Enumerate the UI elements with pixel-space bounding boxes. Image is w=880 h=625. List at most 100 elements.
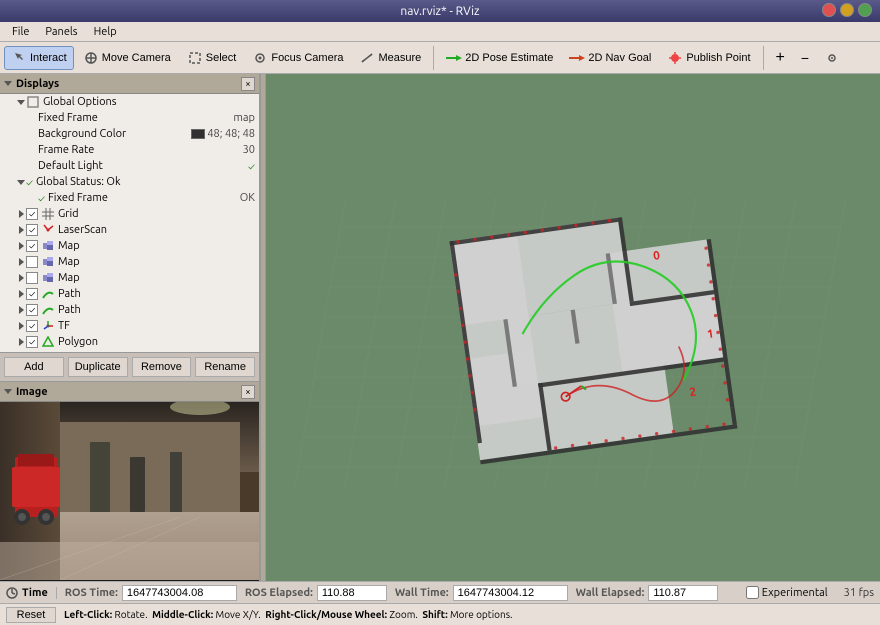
display-frame-rate[interactable]: Frame Rate 30 xyxy=(0,142,259,158)
main-layout: Displays × Global Options Fixed Frame xyxy=(0,74,880,581)
focus-camera-icon xyxy=(252,50,268,66)
maximize-button[interactable] xyxy=(858,3,872,17)
map1-checkbox[interactable]: ✓ xyxy=(26,240,38,252)
image-title-label: Image xyxy=(16,386,48,398)
wall-time-input[interactable] xyxy=(453,585,568,601)
frame-rate-value: 30 xyxy=(243,144,255,156)
pose-estimate-icon xyxy=(446,50,462,66)
rviz-map-svg: 0 1 2 xyxy=(266,74,880,581)
display-global-status[interactable]: ✓ Global Status: Ok xyxy=(0,174,259,190)
wall-time-field: Wall Time: xyxy=(395,585,568,601)
displays-list[interactable]: Global Options Fixed Frame map Backgroun… xyxy=(0,94,259,352)
group-icon xyxy=(26,95,40,109)
grid-checkbox[interactable]: ✓ xyxy=(26,208,38,220)
focus-camera-button[interactable]: Focus Camera xyxy=(245,46,350,70)
plus-button[interactable]: + xyxy=(769,48,792,68)
map3-checkbox[interactable] xyxy=(26,272,38,284)
nav-goal-button[interactable]: 2D Nav Goal xyxy=(562,46,658,70)
color-swatch[interactable] xyxy=(191,129,205,139)
grid-icon xyxy=(41,207,55,221)
experimental-checkbox[interactable] xyxy=(746,586,759,599)
display-default-light[interactable]: Default Light ✓ xyxy=(0,158,259,174)
ros-time-field: ROS Time: xyxy=(65,585,237,601)
fps-display: 31 fps xyxy=(836,587,874,599)
measure-button[interactable]: Measure xyxy=(352,46,428,70)
tf-checkbox[interactable]: ✓ xyxy=(26,320,38,332)
global-status-check: ✓ xyxy=(26,177,33,188)
display-laserscan[interactable]: ✓ LaserScan xyxy=(0,222,259,238)
path1-checkbox[interactable]: ✓ xyxy=(26,288,38,300)
display-polygon[interactable]: ✓ Polygon xyxy=(0,334,259,350)
image-header: Image × xyxy=(0,382,259,402)
status-ff-check: ✓ xyxy=(38,193,45,204)
image-close-button[interactable]: × xyxy=(241,385,255,399)
map2-checkbox[interactable] xyxy=(26,256,38,268)
frame-rate-label: Frame Rate xyxy=(38,144,239,156)
path2-label: Path xyxy=(58,304,255,316)
fixed-frame-value: map xyxy=(233,112,255,124)
display-map-1[interactable]: ✓ Map xyxy=(0,238,259,254)
duplicate-button[interactable]: Duplicate xyxy=(68,357,128,377)
displays-close-button[interactable]: × xyxy=(241,77,255,91)
bg-color-value: 48; 48; 48 xyxy=(191,128,255,140)
publish-point-button[interactable]: Publish Point xyxy=(660,46,757,70)
map2-label: Map xyxy=(58,256,255,268)
map3-icon xyxy=(41,271,55,285)
display-status-fixed-frame[interactable]: ✓ Fixed Frame OK xyxy=(0,190,259,206)
rename-button[interactable]: Rename xyxy=(195,357,255,377)
displays-header: Displays × xyxy=(0,74,259,94)
menu-help[interactable]: Help xyxy=(86,24,125,40)
experimental-checkbox-field: Experimental xyxy=(746,586,828,599)
ros-time-input[interactable] xyxy=(122,585,237,601)
polygon-icon xyxy=(41,335,55,349)
displays-buttons: Add Duplicate Remove Rename xyxy=(0,352,259,381)
toolbar-sep2 xyxy=(763,46,764,70)
close-button[interactable] xyxy=(822,3,836,17)
display-map-2[interactable]: Map xyxy=(0,254,259,270)
camera-image-svg xyxy=(0,402,259,580)
time-panel-title: Time xyxy=(6,587,57,599)
display-tf[interactable]: ✓ TF xyxy=(0,318,259,334)
map2-icon xyxy=(41,255,55,269)
global-status-label: Global Status: Ok xyxy=(36,176,255,188)
path2-checkbox[interactable]: ✓ xyxy=(26,304,38,316)
minimize-button[interactable] xyxy=(840,3,854,17)
fixed-frame-label: Fixed Frame xyxy=(38,112,229,124)
minus-button[interactable]: − xyxy=(794,49,816,67)
titlebar: nav.rviz* - RViz xyxy=(0,0,880,22)
timebar: Time ROS Time: ROS Elapsed: Wall Time: W… xyxy=(0,581,880,603)
select-button[interactable]: Select xyxy=(180,46,244,70)
left-panel: Displays × Global Options Fixed Frame xyxy=(0,74,260,581)
display-fixed-frame[interactable]: Fixed Frame map xyxy=(0,110,259,126)
menu-file[interactable]: File xyxy=(4,24,37,40)
interact-button[interactable]: Interact xyxy=(4,46,74,70)
add-button[interactable]: Add xyxy=(4,357,64,377)
display-bg-color[interactable]: Background Color 48; 48; 48 xyxy=(0,126,259,142)
laserscan-checkbox[interactable]: ✓ xyxy=(26,224,38,236)
displays-expand-icon xyxy=(4,81,12,86)
status-ff-value: OK xyxy=(240,192,255,204)
image-panel: Image × xyxy=(0,381,259,581)
ros-elapsed-input[interactable] xyxy=(317,585,387,601)
display-global-options[interactable]: Global Options xyxy=(0,94,259,110)
pose-estimate-button[interactable]: 2D Pose Estimate xyxy=(439,46,560,70)
remove-button[interactable]: Remove xyxy=(132,357,192,377)
settings-button[interactable] xyxy=(818,47,846,69)
wall-elapsed-input[interactable] xyxy=(648,585,718,601)
display-grid[interactable]: ✓ Grid xyxy=(0,206,259,222)
path2-icon xyxy=(41,303,55,317)
toolbar: Interact Move Camera Select Focus Camera… xyxy=(0,42,880,74)
move-camera-button[interactable]: Move Camera xyxy=(76,46,178,70)
menu-panels[interactable]: Panels xyxy=(37,24,85,40)
menubar: File Panels Help xyxy=(0,22,880,42)
reset-button[interactable]: Reset xyxy=(6,607,56,623)
global-options-label: Global Options xyxy=(43,96,255,108)
displays-title: Displays xyxy=(4,78,59,90)
display-path-1[interactable]: ✓ Path xyxy=(0,286,259,302)
publish-point-icon xyxy=(667,50,683,66)
main-3d-view[interactable]: 0 1 2 xyxy=(266,74,880,581)
polygon-checkbox[interactable]: ✓ xyxy=(26,336,38,348)
display-map-3[interactable]: Map xyxy=(0,270,259,286)
display-path-2[interactable]: ✓ Path xyxy=(0,302,259,318)
select-icon xyxy=(187,50,203,66)
